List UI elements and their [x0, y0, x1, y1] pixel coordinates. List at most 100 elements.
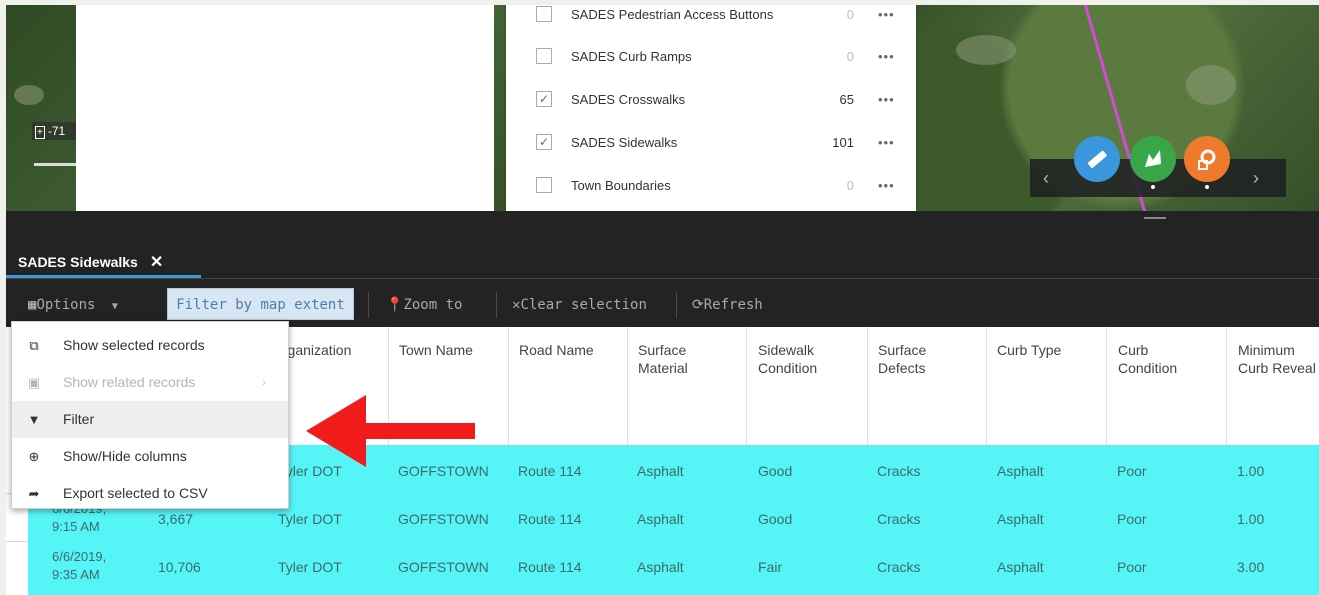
- map-feature: [14, 85, 44, 105]
- tab-sades-sidewalks[interactable]: SADES Sidewalks ✕: [18, 247, 163, 277]
- layer-count: 65: [839, 91, 854, 107]
- toolbar-divider: [368, 292, 369, 318]
- column-divider: [1226, 327, 1227, 445]
- row-divider: [6, 541, 28, 542]
- query-widget-button[interactable]: [1184, 136, 1230, 182]
- cell-sidewalk-condition: Good: [758, 511, 793, 527]
- column-divider: [746, 327, 747, 445]
- layer-row[interactable]: SADES Pedestrian Access Buttons 0 •••: [506, 5, 916, 35]
- cell-organization: Tyler DOT: [278, 559, 342, 575]
- layer-name: Town Boundaries: [571, 177, 671, 193]
- map-view[interactable]: + -71 SADES Pedestrian Access Buttons 0 •…: [6, 5, 1319, 211]
- cell-curb-type: Asphalt: [997, 511, 1044, 527]
- cell-surface-material: Asphalt: [637, 463, 684, 479]
- cell-curb-type: Asphalt: [997, 463, 1044, 479]
- active-indicator: [1205, 185, 1209, 189]
- column-divider: [867, 327, 868, 445]
- cell-surface-defects: Cracks: [877, 463, 921, 479]
- layer-count: 0: [846, 48, 854, 64]
- close-icon[interactable]: ✕: [150, 254, 163, 271]
- layer-row[interactable]: SADES Curb Ramps 0 •••: [506, 35, 916, 77]
- divider: [6, 278, 1319, 279]
- menu-item-label: Show/Hide columns: [63, 448, 187, 464]
- cell-date: 6/6/2019,: [52, 549, 107, 564]
- column-header-surface-material[interactable]: Surface Material: [638, 341, 708, 377]
- layer-row[interactable]: Town Boundaries 0 •••: [506, 164, 916, 206]
- annotation-arrow-head: [306, 395, 366, 467]
- coordinate-readout[interactable]: + -71: [32, 122, 76, 140]
- cell-curb-condition: Poor: [1117, 463, 1147, 479]
- edit-icon: [1145, 150, 1161, 167]
- column-divider: [627, 327, 628, 445]
- submenu-arrow-icon: ›: [262, 375, 266, 389]
- column-header-sidewalk-condition[interactable]: Sidewalk Condition: [758, 341, 848, 377]
- layer-checkbox-checked[interactable]: ✓: [536, 91, 552, 107]
- column-header-curb-type[interactable]: Curb Type: [997, 341, 1097, 359]
- edit-widget-button[interactable]: [1130, 136, 1176, 182]
- widget-prev-arrow-icon[interactable]: ‹: [1036, 159, 1056, 197]
- cell-curb-condition: Poor: [1117, 511, 1147, 527]
- layer-more-icon[interactable]: •••: [878, 92, 895, 107]
- options-menu: ⧉ Show selected records ▣ Show related r…: [11, 321, 289, 509]
- plus-circle-icon: ⊕: [28, 449, 40, 464]
- cell-surface-defects: Cracks: [877, 511, 921, 527]
- layer-name: SADES Pedestrian Access Buttons: [571, 6, 774, 22]
- refresh-icon: ⟳: [692, 297, 704, 313]
- layer-row[interactable]: ✓ SADES Crosswalks 65 •••: [506, 78, 916, 120]
- widget-next-arrow-icon[interactable]: ›: [1246, 159, 1266, 197]
- layer-checkbox[interactable]: [536, 6, 552, 22]
- column-header-curb-condition[interactable]: Curb Condition: [1118, 341, 1198, 377]
- toolbar-divider: [496, 292, 497, 318]
- cell-minimum-curb-reveal: 3.00: [1237, 559, 1265, 575]
- refresh-label: Refresh: [703, 297, 763, 313]
- layer-list: SADES Pedestrian Access Buttons 0 ••• SA…: [506, 5, 916, 211]
- coordinate-value: -71: [47, 124, 66, 138]
- menu-item-label: Export selected to CSV: [63, 485, 208, 501]
- refresh-button[interactable]: ⟳Refresh: [692, 288, 763, 322]
- menu-item-show-related-records: ▣ Show related records ›: [12, 364, 288, 401]
- cell-organization: Tyler DOT: [278, 511, 342, 527]
- layer-more-icon[interactable]: •••: [878, 135, 895, 150]
- menu-item-filter[interactable]: ▼ Filter: [12, 401, 288, 438]
- column-header-minimum-curb-reveal[interactable]: Minimum Curb Reveal: [1238, 341, 1319, 377]
- related-records-icon: ▣: [27, 375, 41, 390]
- measure-widget-button[interactable]: [1074, 136, 1120, 182]
- layer-name: SADES Curb Ramps: [571, 48, 692, 64]
- query-icon: [1198, 149, 1216, 170]
- zoom-to-button[interactable]: 📍Zoom to: [386, 288, 462, 322]
- menu-item-export-selected-to-csv[interactable]: ➦ Export selected to CSV: [12, 475, 288, 512]
- cell-road-name: Route 114: [518, 559, 582, 575]
- crosshair-icon: +: [35, 126, 45, 139]
- filter-by-map-extent-button[interactable]: Filter by map extent: [167, 288, 354, 320]
- clear-selection-label: Clear selection: [520, 297, 647, 313]
- options-button[interactable]: ▦Options ▼: [28, 288, 118, 322]
- blank-panel: [76, 5, 494, 211]
- layer-more-icon[interactable]: •••: [878, 49, 895, 64]
- layer-checkbox-checked[interactable]: ✓: [536, 134, 552, 150]
- layer-checkbox[interactable]: [536, 177, 552, 193]
- column-header-surface-defects[interactable]: Surface Defects: [878, 341, 948, 377]
- menu-item-label: Filter: [63, 411, 95, 427]
- cell-road-name: Route 114: [518, 463, 582, 479]
- layer-count: 0: [846, 6, 854, 22]
- layer-more-icon[interactable]: •••: [878, 7, 895, 22]
- resize-handle[interactable]: [1144, 217, 1166, 219]
- map-feature: [1186, 65, 1236, 105]
- clear-selection-button[interactable]: ✕Clear selection: [512, 288, 647, 322]
- column-header-road-name[interactable]: Road Name: [519, 341, 619, 359]
- cell-time: 9:35 AM: [52, 567, 100, 582]
- cell-id: 3,667: [158, 511, 194, 527]
- menu-item-show-selected-records[interactable]: ⧉ Show selected records: [12, 327, 288, 364]
- cell-town-name: GOFFSTOWN: [398, 559, 489, 575]
- toolbar-divider: [676, 292, 677, 318]
- layer-row[interactable]: ✓ SADES Sidewalks 101 •••: [506, 121, 916, 163]
- column-header-town-name[interactable]: Town Name: [399, 341, 499, 359]
- map-pin-icon: 📍: [386, 297, 404, 313]
- layer-checkbox[interactable]: [536, 48, 552, 64]
- layer-name: SADES Sidewalks: [571, 134, 678, 150]
- layer-more-icon[interactable]: •••: [878, 178, 895, 193]
- cell-town-name: GOFFSTOWN: [398, 511, 489, 527]
- menu-item-show-hide-columns[interactable]: ⊕ Show/Hide columns: [12, 438, 288, 475]
- scale-bar: [34, 163, 76, 166]
- column-divider: [1106, 327, 1107, 445]
